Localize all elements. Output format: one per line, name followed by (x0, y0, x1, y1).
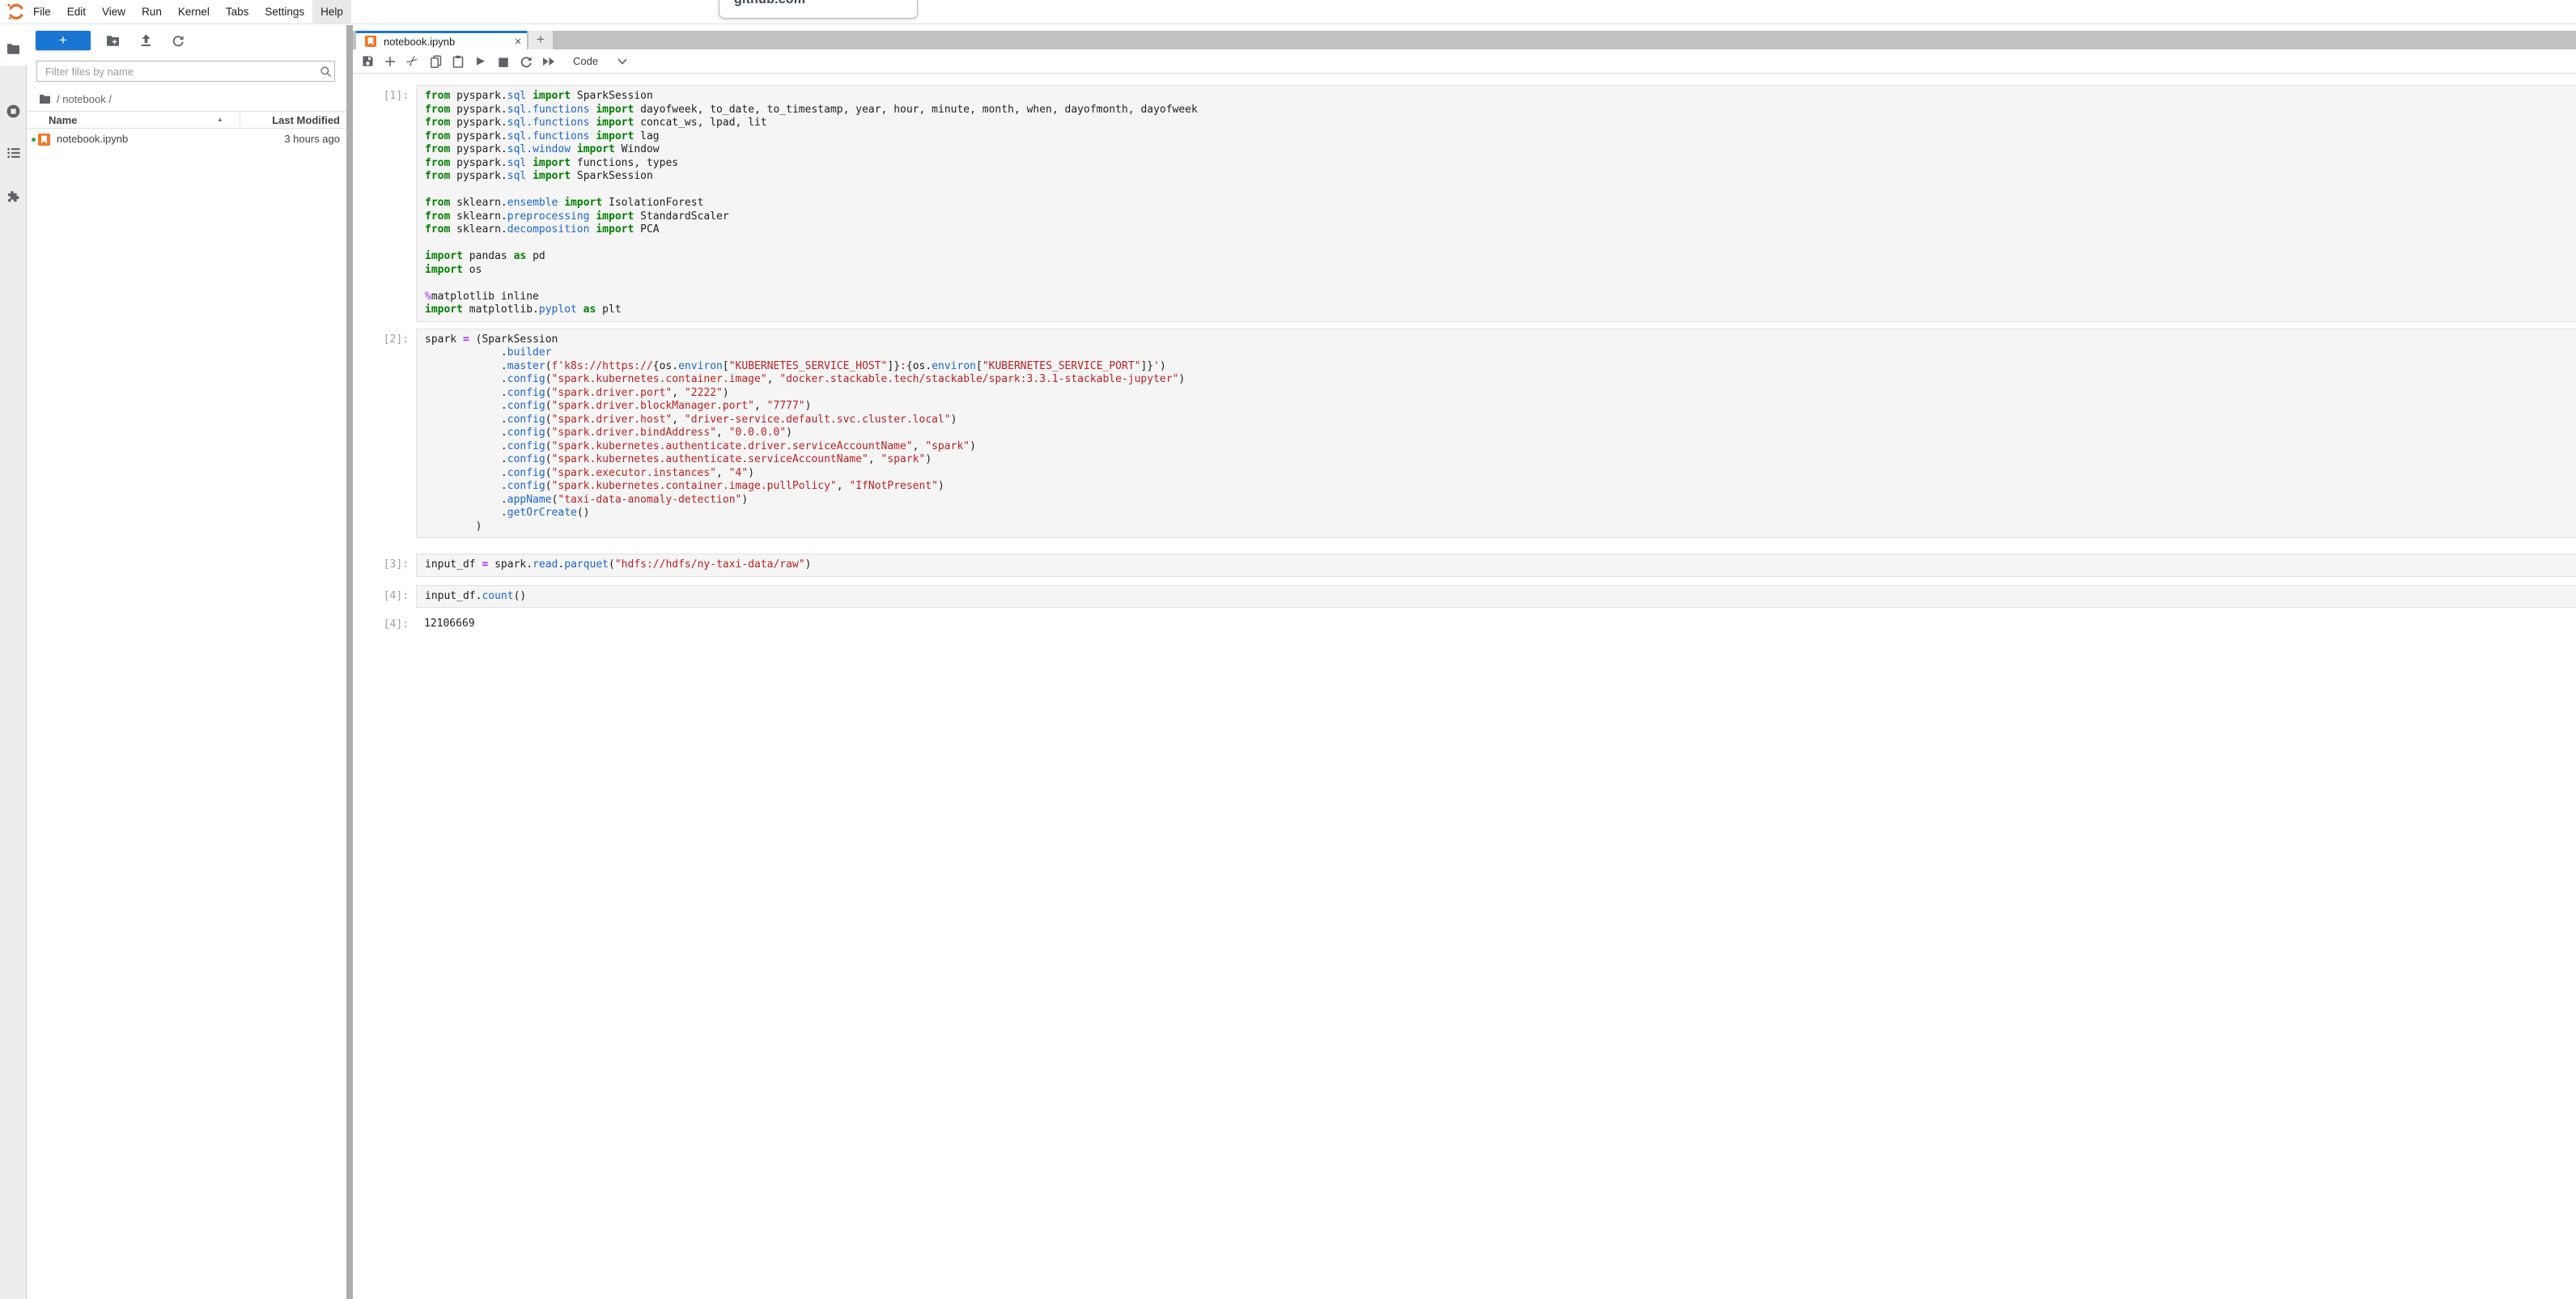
run-icon: ▶ (477, 55, 485, 67)
breadcrumb[interactable]: / notebook / (39, 91, 112, 106)
filter-files-input[interactable] (37, 66, 316, 78)
menu-bar: File Edit View Run Kernel Tabs Settings … (0, 0, 2576, 24)
tooltip-text: github.com (734, 0, 917, 7)
restart-run-all-button[interactable] (537, 51, 560, 72)
cut-button[interactable]: ✂ (401, 51, 424, 72)
copy-icon (430, 55, 442, 68)
tab-close-icon[interactable]: × (509, 35, 527, 49)
cell-editor[interactable]: input_df.count() (416, 585, 2576, 609)
menu-kernel[interactable]: Kernel (170, 0, 218, 24)
cell-type-value: Code (573, 55, 598, 67)
add-cell-button[interactable] (379, 51, 401, 72)
cell-list: [1]:from pyspark.sql import SparkSession… (353, 74, 2576, 635)
output-prompt: [4]: (356, 613, 416, 632)
add-cell-icon (384, 56, 396, 67)
menu-file[interactable]: File (25, 0, 59, 24)
menu-edit[interactable]: Edit (59, 0, 94, 24)
run-button[interactable]: ▶ (469, 51, 492, 72)
menu-view[interactable]: View (94, 0, 134, 24)
column-last-modified[interactable]: Last Modified (272, 114, 340, 126)
new-folder-button[interactable] (104, 32, 121, 49)
notebook-panel: notebook.ipynb × + ✂ (353, 25, 2576, 1299)
code-cell: [3]:input_df = spark.read.parquet("hdfs:… (356, 554, 2576, 577)
save-button[interactable] (356, 51, 379, 72)
notebook-content: [1]:from pyspark.sql import SparkSession… (353, 74, 2576, 1299)
tab-notebook[interactable]: notebook.ipynb × (356, 31, 527, 49)
notebook-toolbar: ✂ ▶ ■ (353, 49, 2576, 74)
filter-files-box (36, 61, 335, 82)
menu-tabs[interactable]: Tabs (218, 0, 257, 24)
file-browser-panel: + / notebook / Name (27, 25, 346, 1299)
save-icon (362, 55, 374, 67)
paste-button[interactable] (447, 51, 469, 72)
panel-splitter[interactable] (346, 25, 353, 1299)
file-browser-tab[interactable] (0, 36, 27, 61)
tab-bar: notebook.ipynb × + (353, 31, 2576, 49)
notebook-tab-icon (365, 36, 376, 47)
cut-icon: ✂ (403, 51, 422, 70)
code-cell: [2]:spark = (SparkSession .builder .mast… (356, 329, 2576, 539)
new-launcher-button[interactable]: + (36, 31, 91, 50)
run-all-icon (542, 56, 556, 67)
cell-editor[interactable]: input_df = spark.read.parquet("hdfs://hd… (416, 554, 2576, 577)
kernel-running-dot (32, 138, 36, 142)
sort-ascending-icon[interactable]: ▲ (217, 116, 223, 123)
cell-prompt: [4]: (356, 585, 416, 604)
code-cell: [4]:input_df.count() (356, 585, 2576, 609)
browser-status-tooltip: github.com (719, 0, 918, 19)
table-of-contents-icon (7, 147, 20, 159)
menu-run[interactable]: Run (134, 0, 170, 24)
cell-prompt: [2]: (356, 329, 416, 347)
running-kernels-tab[interactable] (0, 99, 27, 123)
upload-button[interactable] (137, 32, 155, 49)
file-name: notebook.ipynb (57, 133, 128, 145)
cell-output: 12106669 (416, 613, 2576, 635)
new-tab-button[interactable]: + (528, 31, 553, 49)
tab-label: notebook.ipynb (384, 36, 509, 48)
file-modified: 3 hours ago (284, 133, 340, 145)
chevron-down-icon (617, 58, 627, 65)
breadcrumb-path[interactable]: / notebook / (57, 93, 112, 105)
file-row[interactable]: notebook.ipynb 3 hours ago (27, 129, 346, 150)
copy-button[interactable] (424, 51, 447, 72)
menu-help[interactable]: Help (312, 0, 351, 24)
output-row: [4]:12106669 (356, 613, 2576, 635)
stop-button[interactable]: ■ (492, 51, 515, 72)
cell-editor[interactable]: from pyspark.sql import SparkSession fro… (416, 85, 2576, 322)
refresh-button[interactable] (169, 32, 187, 49)
column-name[interactable]: Name (49, 114, 77, 126)
app-logo-icon (6, 2, 25, 21)
table-of-contents-tab[interactable] (0, 141, 27, 165)
cell-type-dropdown[interactable]: Code (573, 55, 627, 67)
stop-icon: ■ (498, 54, 509, 69)
extensions-puzzle-icon (6, 189, 21, 204)
running-kernels-icon (6, 104, 21, 119)
home-folder-icon[interactable] (39, 94, 51, 104)
file-list-header: Name ▲ Last Modified (27, 111, 346, 129)
search-icon (316, 66, 334, 78)
extensions-tab[interactable] (0, 185, 27, 209)
left-sidebar-rail (0, 25, 27, 1299)
cell-editor[interactable]: spark = (SparkSession .builder .master(f… (416, 329, 2576, 539)
folder-icon (6, 43, 20, 55)
restart-kernel-button[interactable] (515, 51, 537, 72)
restart-icon (520, 55, 533, 68)
code-cell: [1]:from pyspark.sql import SparkSession… (356, 85, 2576, 322)
cell-prompt: [3]: (356, 554, 416, 572)
menu-settings[interactable]: Settings (257, 0, 312, 24)
notebook-file-icon (38, 134, 50, 146)
cell-prompt: [1]: (356, 85, 416, 104)
paste-icon (452, 55, 464, 68)
